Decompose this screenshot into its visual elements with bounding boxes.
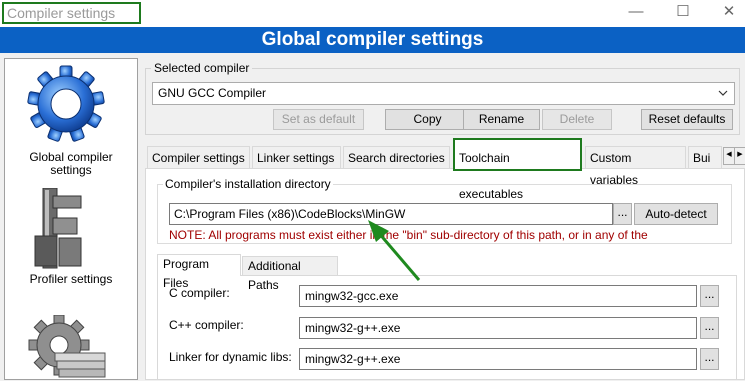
installation-note: NOTE: All programs must exist either in …	[169, 228, 648, 242]
tab-scroll: ◀ ▶	[723, 147, 745, 165]
selected-compiler-label: Selected compiler	[151, 61, 253, 75]
reset-defaults-button[interactable]: Reset defaults	[641, 109, 733, 130]
linker-dynamic-input[interactable]: mingw32-g++.exe	[299, 348, 697, 370]
gear-icon	[27, 65, 105, 142]
tab-linker-settings[interactable]: Linker settings	[252, 146, 341, 168]
minimize-icon[interactable]: —	[613, 0, 659, 24]
window-title: Compiler settings	[2, 2, 141, 24]
page-title: Global compiler settings	[0, 27, 745, 53]
browse-installation-button[interactable]: ...	[613, 203, 632, 225]
compiler-select-value: GNU GCC Compiler	[158, 86, 267, 100]
nav-item-profiler[interactable]: Profiler settings	[5, 184, 137, 294]
browse-linker-dynamic-button[interactable]: ...	[700, 348, 719, 370]
tab-search-directories[interactable]: Search directories	[343, 146, 450, 168]
set-as-default-button[interactable]: Set as default	[273, 109, 364, 130]
c-compiler-input[interactable]: mingw32-gcc.exe	[299, 285, 697, 307]
tab-scroll-right-icon[interactable]: ▶	[734, 147, 745, 165]
nav-item-third[interactable]	[5, 309, 137, 381]
cpp-compiler-label: C++ compiler:	[169, 318, 244, 332]
installation-directory-input[interactable]: C:\Program Files (x86)\CodeBlocks\MinGW	[169, 203, 613, 225]
subtab-program-files[interactable]: Program Files	[157, 254, 241, 290]
copy-button[interactable]: Copy	[385, 109, 470, 130]
tab-custom-variables[interactable]: Custom variables	[585, 146, 686, 187]
installation-directory-label: Compiler's installation directory	[163, 177, 333, 191]
tab-toolchain-executables[interactable]: Toolchain executables	[453, 138, 582, 201]
close-icon[interactable]: ✕	[706, 0, 745, 24]
auto-detect-button[interactable]: Auto-detect	[634, 203, 718, 225]
gear-stack-icon	[28, 315, 106, 378]
chevron-down-icon	[718, 90, 728, 96]
settings-category-list: Global compiler settings Profiler settin…	[4, 58, 138, 380]
nav-item-global-compiler[interactable]: Global compiler settings	[5, 59, 137, 177]
browse-c-compiler-button[interactable]: ...	[700, 285, 719, 307]
cpp-compiler-input[interactable]: mingw32-g++.exe	[299, 317, 697, 339]
nav-label-global-compiler-line1: Global compiler	[29, 150, 113, 164]
caliper-icon	[34, 188, 82, 269]
browse-cpp-compiler-button[interactable]: ...	[700, 317, 719, 339]
linker-dynamic-label: Linker for dynamic libs:	[169, 350, 292, 364]
nav-label-profiler: Profiler settings	[29, 272, 113, 286]
tab-compiler-settings[interactable]: Compiler settings	[147, 146, 250, 168]
compiler-select[interactable]: GNU GCC Compiler	[152, 82, 735, 105]
maximize-icon[interactable]: ☐	[660, 0, 706, 24]
rename-button[interactable]: Rename	[463, 109, 540, 130]
delete-button[interactable]: Delete	[542, 109, 612, 130]
tab-build-options[interactable]: Bui	[688, 146, 722, 168]
subtab-additional-paths[interactable]: Additional Paths	[242, 256, 338, 292]
nav-label-global-compiler-line2: settings	[50, 163, 92, 177]
title-bar: Compiler settings — ☐ ✕	[0, 0, 745, 27]
